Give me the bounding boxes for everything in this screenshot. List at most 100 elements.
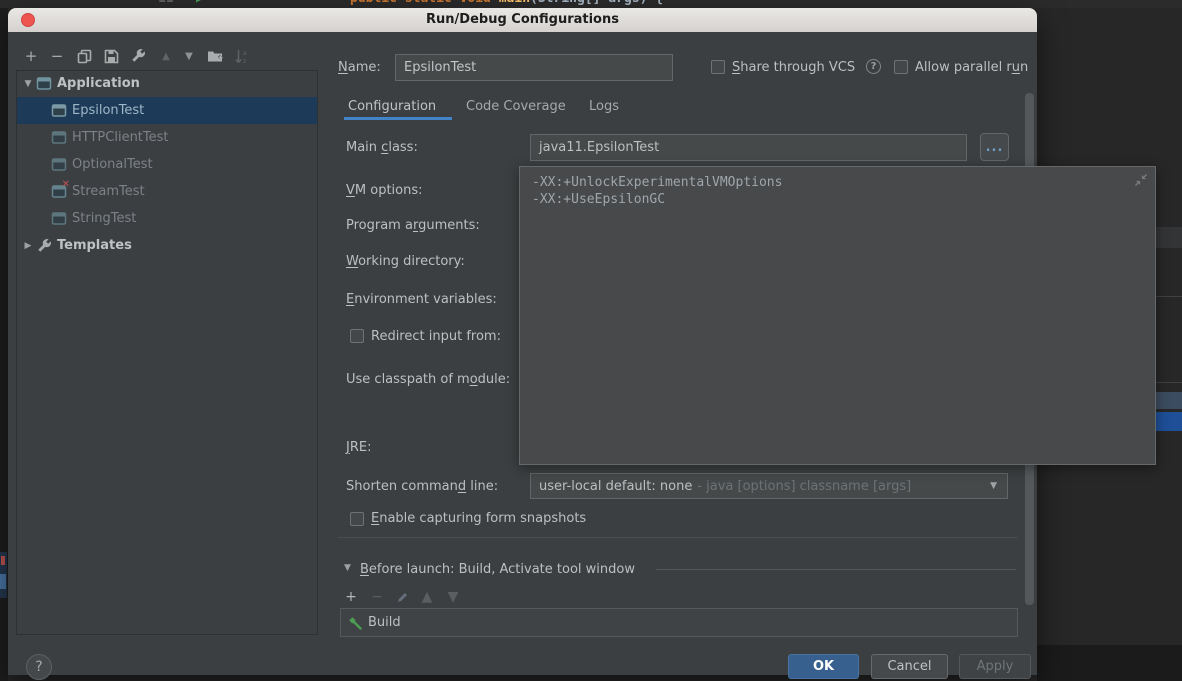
invalid-config-x-icon: ✕ xyxy=(61,178,70,190)
move-up-button[interactable]: ▲ xyxy=(157,47,175,65)
tree-item-label: StreamTest xyxy=(72,184,145,199)
background-left-text-fragment xyxy=(1,556,5,565)
tree-group-templates[interactable]: ▶ Templates xyxy=(17,232,317,259)
tree-item-epsilontest[interactable]: EpsilonTest xyxy=(17,97,317,124)
before-launch-title[interactable]: Before launch: Build, Activate tool wind… xyxy=(360,562,635,577)
before-launch-rule xyxy=(656,569,1016,570)
wrench-icon xyxy=(132,49,145,62)
help-question-icon[interactable]: ? xyxy=(866,59,881,74)
save-icon xyxy=(104,49,118,63)
working-directory-label: Working directory: xyxy=(346,254,465,269)
editor-line-number: 11 xyxy=(158,0,174,6)
help-question-glyph: ? xyxy=(870,61,877,72)
tree-item-label: StringTest xyxy=(72,211,137,226)
chevron-down-icon[interactable]: ▼ xyxy=(344,563,351,573)
cancel-button[interactable]: Cancel xyxy=(871,654,948,679)
program-arguments-label: Program arguments: xyxy=(346,218,480,233)
background-editor-strip: 11 ▶ public static void main(String[] ar… xyxy=(0,0,1182,8)
shorten-command-line-hint: - java [options] classname [args] xyxy=(697,478,912,494)
tree-item-label: HTTPClientTest xyxy=(72,130,169,145)
shorten-command-line-dropdown[interactable]: user-local default: none - java [options… xyxy=(530,473,1008,499)
tree-item-label: EpsilonTest xyxy=(72,103,145,118)
new-folder-icon xyxy=(208,51,223,62)
before-launch-add-button[interactable]: + xyxy=(342,588,360,606)
apply-button[interactable]: Apply xyxy=(959,654,1031,679)
sort-az-icon: az xyxy=(234,49,247,64)
application-icon xyxy=(36,76,53,92)
chevron-down-icon: ▼ xyxy=(990,481,997,491)
shorten-command-line-label: Shorten command line: xyxy=(346,479,499,494)
dialog-title: Run/Debug Configurations xyxy=(426,12,619,27)
code-keywords: public static void xyxy=(350,0,499,6)
svg-text:z: z xyxy=(243,58,246,64)
form-separator xyxy=(338,537,1018,538)
tree-item-streamtest[interactable]: ✕ StreamTest xyxy=(17,178,317,205)
allow-parallel-run-label: Allow parallel run xyxy=(915,60,1029,75)
dialog-titlebar[interactable]: Run/Debug Configurations xyxy=(8,8,1037,32)
ellipsis-icon: ... xyxy=(985,139,1004,155)
vm-options-expanded-editor[interactable]: -XX:+UnlockExperimentalVMOptions -XX:+Us… xyxy=(519,166,1156,465)
tree-group-label: Application xyxy=(57,76,140,91)
tab-logs[interactable]: Logs xyxy=(589,99,619,114)
tree-item-optionaltest[interactable]: OptionalTest xyxy=(17,151,317,178)
shorten-command-line-value: user-local default: none xyxy=(539,478,693,494)
main-class-value: java11.EpsilonTest xyxy=(539,140,660,155)
before-launch-edit-button[interactable] xyxy=(393,588,411,606)
main-class-label: Main class: xyxy=(346,140,418,155)
editor-code-line: public static void main(String[] args) { xyxy=(350,0,663,6)
vm-option-line: -XX:+UseEpsilonGC xyxy=(532,192,666,207)
tree-item-httpclienttest[interactable]: HTTPClientTest xyxy=(17,124,317,151)
enable-snapshots-checkbox[interactable] xyxy=(350,512,364,526)
allow-parallel-run-checkbox[interactable] xyxy=(894,60,908,74)
help-button[interactable]: ? xyxy=(26,654,52,680)
name-input-value: EpsilonTest xyxy=(404,60,477,75)
background-band xyxy=(1155,227,1182,248)
chevron-right-icon[interactable]: ▶ xyxy=(22,241,34,251)
enable-snapshots-label: Enable capturing form snapshots xyxy=(371,511,587,526)
browse-main-class-button[interactable]: ... xyxy=(980,133,1009,161)
question-mark-glyph: ? xyxy=(35,659,43,675)
application-icon xyxy=(51,130,68,146)
sort-alphabetically-button[interactable]: az xyxy=(232,47,250,65)
main-class-input[interactable]: java11.EpsilonTest xyxy=(530,134,967,161)
share-vcs-checkbox[interactable] xyxy=(711,60,725,74)
application-broken-icon: ✕ xyxy=(51,179,70,200)
code-method-name: main xyxy=(499,0,530,6)
add-configuration-button[interactable]: + xyxy=(22,47,40,65)
use-classpath-label: Use classpath of module: xyxy=(346,372,511,387)
new-folder-button[interactable] xyxy=(206,47,224,65)
screen: 11 ▶ public static void main(String[] ar… xyxy=(0,0,1182,681)
share-vcs-label: Share through VCS xyxy=(732,60,856,75)
edit-defaults-button[interactable] xyxy=(129,47,147,65)
name-label: Name: xyxy=(338,60,381,75)
background-divider xyxy=(1155,296,1182,297)
tree-group-label: Templates xyxy=(57,238,132,253)
before-launch-build-item[interactable]: Build xyxy=(340,608,1018,637)
application-icon xyxy=(51,103,68,119)
move-down-button[interactable]: ▼ xyxy=(180,47,198,65)
jre-label: JRE: xyxy=(346,440,372,455)
chevron-down-icon[interactable]: ▼ xyxy=(22,79,34,89)
collapse-icon[interactable] xyxy=(1134,173,1148,187)
before-launch-up-button[interactable]: ▲ xyxy=(418,588,436,606)
tab-code-coverage[interactable]: Code Coverage xyxy=(466,99,566,114)
redirect-input-label: Redirect input from: xyxy=(371,329,501,344)
pencil-icon xyxy=(397,592,407,602)
active-tab-underline xyxy=(344,117,452,120)
redirect-input-checkbox[interactable] xyxy=(350,329,364,343)
ok-button[interactable]: OK xyxy=(788,654,859,679)
tab-configuration[interactable]: Configuration xyxy=(348,99,436,114)
remove-configuration-button[interactable]: − xyxy=(48,47,66,65)
vm-option-line: -XX:+UnlockExperimentalVMOptions xyxy=(532,175,783,190)
save-configuration-button[interactable] xyxy=(102,47,120,65)
vm-options-text[interactable]: -XX:+UnlockExperimentalVMOptions -XX:+Us… xyxy=(532,174,782,208)
run-gutter-icon: ▶ xyxy=(196,0,204,6)
name-input[interactable]: EpsilonTest xyxy=(395,54,673,81)
copy-configuration-button[interactable] xyxy=(75,47,93,65)
tree-item-stringtest[interactable]: StringTest xyxy=(17,205,317,232)
templates-wrench-icon xyxy=(36,238,53,254)
tree-group-application[interactable]: ▼ Application xyxy=(17,70,317,97)
before-launch-remove-button[interactable]: − xyxy=(368,588,386,606)
before-launch-down-button[interactable]: ▼ xyxy=(444,588,462,606)
environment-variables-label: Environment variables: xyxy=(346,292,497,307)
